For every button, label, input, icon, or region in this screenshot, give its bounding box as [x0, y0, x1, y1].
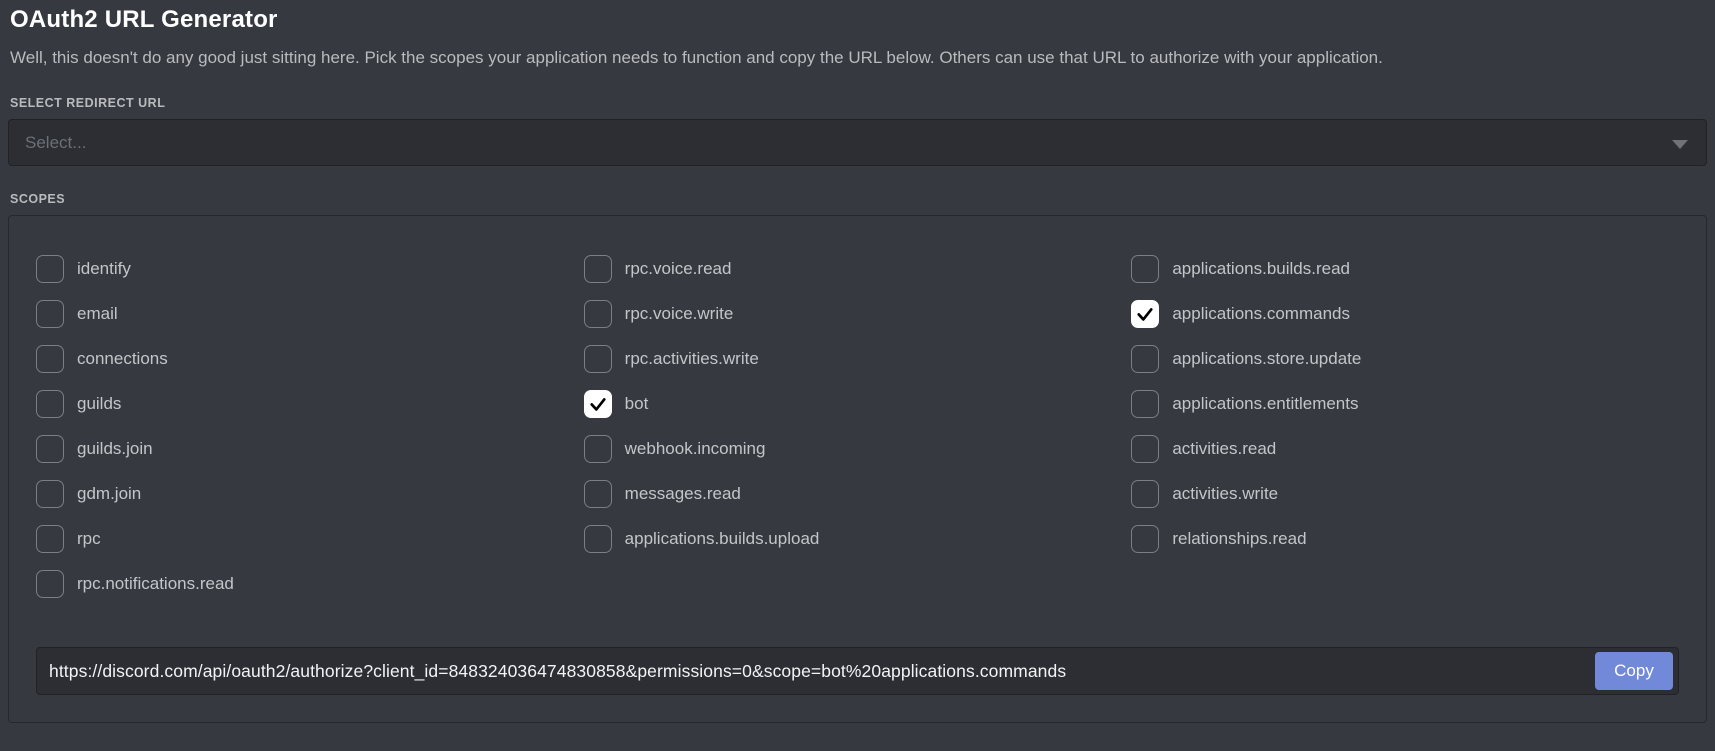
page-description: Well, this doesn't do any good just sitt… — [10, 48, 1707, 68]
generated-url-text[interactable]: https://discord.com/api/oauth2/authorize… — [49, 661, 1595, 682]
scope-label: guilds — [77, 394, 121, 414]
scope-label: email — [77, 304, 118, 324]
scope-row-messages.read[interactable]: messages.read — [584, 471, 1132, 516]
chevron-down-icon[interactable] — [1672, 140, 1688, 149]
scope-checkbox-rpc.activities.write[interactable] — [584, 345, 612, 373]
checkmark-icon — [588, 394, 608, 414]
scope-checkbox-connections[interactable] — [36, 345, 64, 373]
scope-label: messages.read — [625, 484, 741, 504]
scope-column-1: identify email connections guilds guilds.joi… — [36, 246, 584, 606]
scope-label: applications.builds.read — [1172, 259, 1350, 279]
scope-row-applications.builds.upload[interactable]: applications.builds.upload — [584, 516, 1132, 561]
scope-checkbox-applications.entitlements[interactable] — [1131, 390, 1159, 418]
scope-row-rpc[interactable]: rpc — [36, 516, 584, 561]
scope-checkbox-email[interactable] — [36, 300, 64, 328]
scope-row-identify[interactable]: identify — [36, 246, 584, 291]
scope-row-guilds[interactable]: guilds — [36, 381, 584, 426]
scope-label: relationships.read — [1172, 529, 1306, 549]
scope-row-webhook.incoming[interactable]: webhook.incoming — [584, 426, 1132, 471]
scope-checkbox-applications.builds.upload[interactable] — [584, 525, 612, 553]
scope-checkbox-rpc[interactable] — [36, 525, 64, 553]
scope-row-rpc.activities.write[interactable]: rpc.activities.write — [584, 336, 1132, 381]
scopes-label: SCOPES — [10, 192, 1707, 206]
scope-label: applications.store.update — [1172, 349, 1361, 369]
scope-row-guilds.join[interactable]: guilds.join — [36, 426, 584, 471]
scope-row-gdm.join[interactable]: gdm.join — [36, 471, 584, 516]
scopes-grid: identify email connections guilds guilds.joi… — [36, 246, 1679, 606]
generated-url-bar: https://discord.com/api/oauth2/authorize… — [36, 647, 1679, 695]
oauth2-url-generator-page: OAuth2 URL Generator Well, this doesn't … — [0, 0, 1715, 723]
redirect-url-select-placeholder: Select... — [25, 133, 86, 153]
scope-checkbox-gdm.join[interactable] — [36, 480, 64, 508]
scope-checkbox-webhook.incoming[interactable] — [584, 435, 612, 463]
scope-label: rpc.notifications.read — [77, 574, 234, 594]
scope-row-activities.write[interactable]: activities.write — [1131, 471, 1679, 516]
scope-label: activities.write — [1172, 484, 1278, 504]
scope-checkbox-guilds.join[interactable] — [36, 435, 64, 463]
scope-label: applications.commands — [1172, 304, 1350, 324]
scope-row-relationships.read[interactable]: relationships.read — [1131, 516, 1679, 561]
scope-label: rpc — [77, 529, 101, 549]
scope-checkbox-applications.store.update[interactable] — [1131, 345, 1159, 373]
scope-label: rpc.activities.write — [625, 349, 759, 369]
scope-checkbox-applications.commands[interactable] — [1131, 300, 1159, 328]
scope-row-email[interactable]: email — [36, 291, 584, 336]
scope-row-rpc.voice.write[interactable]: rpc.voice.write — [584, 291, 1132, 336]
scope-label: identify — [77, 259, 131, 279]
scope-label: gdm.join — [77, 484, 141, 504]
scope-row-activities.read[interactable]: activities.read — [1131, 426, 1679, 471]
scope-checkbox-activities.write[interactable] — [1131, 480, 1159, 508]
scope-checkbox-rpc.notifications.read[interactable] — [36, 570, 64, 598]
scope-label: webhook.incoming — [625, 439, 766, 459]
scope-row-applications.store.update[interactable]: applications.store.update — [1131, 336, 1679, 381]
scope-label: rpc.voice.write — [625, 304, 734, 324]
scope-checkbox-messages.read[interactable] — [584, 480, 612, 508]
copy-button[interactable]: Copy — [1595, 652, 1673, 690]
scope-column-3: applications.builds.read applications.com… — [1131, 246, 1679, 606]
scope-checkbox-bot[interactable] — [584, 390, 612, 418]
scopes-container: identify email connections guilds guilds.joi… — [8, 215, 1707, 723]
redirect-url-select[interactable]: Select... — [8, 119, 1707, 166]
scope-label: applications.entitlements — [1172, 394, 1358, 414]
scope-row-applications.entitlements[interactable]: applications.entitlements — [1131, 381, 1679, 426]
scope-label: applications.builds.upload — [625, 529, 820, 549]
scope-column-2: rpc.voice.read rpc.voice.write rpc.activit… — [584, 246, 1132, 606]
scope-checkbox-relationships.read[interactable] — [1131, 525, 1159, 553]
scope-label: guilds.join — [77, 439, 153, 459]
scope-label: connections — [77, 349, 168, 369]
scope-checkbox-rpc.voice.read[interactable] — [584, 255, 612, 283]
scope-checkbox-applications.builds.read[interactable] — [1131, 255, 1159, 283]
scope-checkbox-identify[interactable] — [36, 255, 64, 283]
scope-row-bot[interactable]: bot — [584, 381, 1132, 426]
scope-label: activities.read — [1172, 439, 1276, 459]
scope-row-rpc.voice.read[interactable]: rpc.voice.read — [584, 246, 1132, 291]
page-title: OAuth2 URL Generator — [10, 6, 1707, 34]
scope-row-connections[interactable]: connections — [36, 336, 584, 381]
scope-checkbox-guilds[interactable] — [36, 390, 64, 418]
scope-label: bot — [625, 394, 649, 414]
scope-row-rpc.notifications.read[interactable]: rpc.notifications.read — [36, 561, 584, 606]
scope-row-applications.commands[interactable]: applications.commands — [1131, 291, 1679, 336]
checkmark-icon — [1135, 304, 1155, 324]
scope-checkbox-activities.read[interactable] — [1131, 435, 1159, 463]
scope-row-applications.builds.read[interactable]: applications.builds.read — [1131, 246, 1679, 291]
scope-label: rpc.voice.read — [625, 259, 732, 279]
redirect-url-label: SELECT REDIRECT URL — [10, 96, 1707, 110]
scope-checkbox-rpc.voice.write[interactable] — [584, 300, 612, 328]
